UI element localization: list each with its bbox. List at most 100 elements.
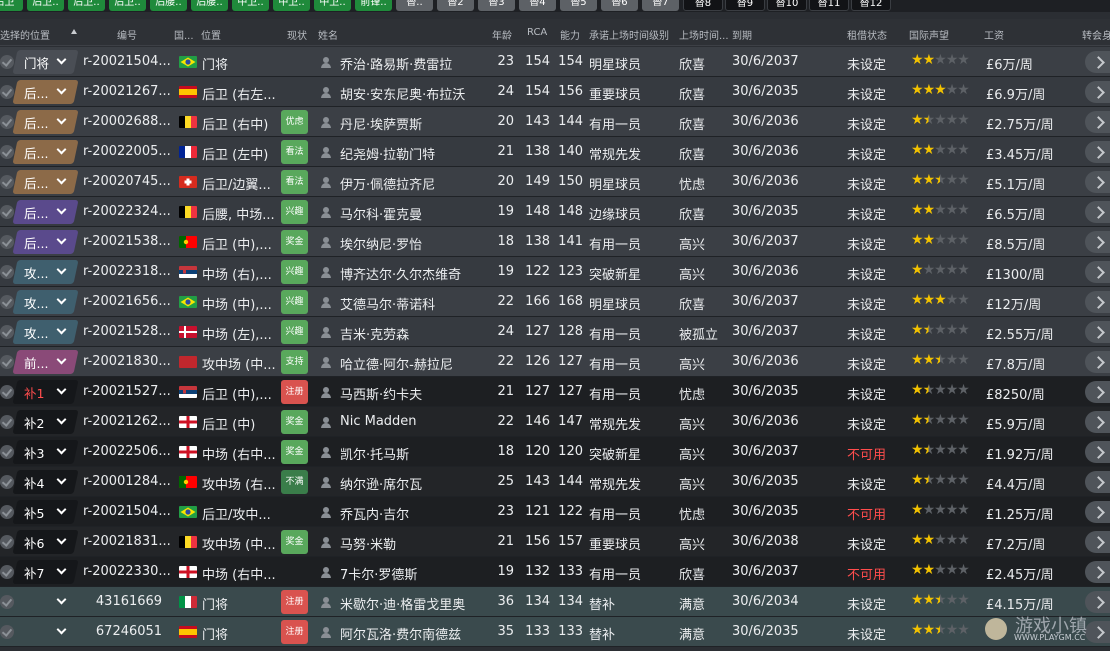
- row-checkbox[interactable]: [0, 265, 14, 279]
- toolbar-button-8[interactable]: 中卫..: [314, 0, 351, 11]
- toolbar-button-19[interactable]: 替10: [767, 0, 807, 11]
- transfer-button[interactable]: [1085, 321, 1110, 343]
- status-badge[interactable]: 奖金: [281, 440, 308, 464]
- row-checkbox[interactable]: [0, 385, 14, 399]
- status-badge[interactable]: 支持: [281, 350, 308, 374]
- row-checkbox[interactable]: [0, 445, 14, 459]
- table-row[interactable]: 67246051 门将 注册 阿尔瓦洛·费尔南德兹 35 133 133 替补 满意 30/6/2…: [0, 617, 1110, 647]
- col-status[interactable]: 现状: [287, 27, 317, 42]
- row-checkbox[interactable]: [0, 565, 14, 579]
- col-intl-reputation[interactable]: 国际声望: [909, 27, 959, 42]
- player-name[interactable]: 米歇尔·迪·格雷戈里奥: [340, 594, 490, 613]
- toolbar-button-13[interactable]: 替4: [519, 0, 556, 11]
- table-row[interactable]: 补2 r-20021262... 后卫 (中) 奖金 Nic Madden 22 146 14…: [0, 407, 1110, 437]
- status-badge[interactable]: 优虑: [281, 110, 308, 134]
- toolbar-button-20[interactable]: 替11: [809, 0, 849, 11]
- toolbar-button-14[interactable]: 替5: [560, 0, 597, 11]
- transfer-button[interactable]: [1085, 51, 1110, 73]
- status-badge[interactable]: 兴趣: [281, 200, 308, 224]
- toolbar-button-21[interactable]: 替12: [851, 0, 891, 11]
- table-row[interactable]: 补4 r-20001284... 攻中场 (右... 不满 纳尔逊·席尔瓦 25 143 14…: [0, 467, 1110, 497]
- chevron-down-icon[interactable]: [56, 594, 67, 605]
- toolbar-button-11[interactable]: 替2: [437, 0, 474, 11]
- toolbar-button-2[interactable]: 后卫..: [68, 0, 105, 11]
- status-badge[interactable]: 注册: [281, 590, 308, 614]
- row-checkbox[interactable]: [0, 55, 14, 69]
- toolbar-button-6[interactable]: 中卫..: [232, 0, 269, 11]
- transfer-button[interactable]: [1085, 441, 1110, 463]
- row-checkbox[interactable]: [0, 205, 14, 219]
- transfer-button[interactable]: [1085, 81, 1110, 103]
- table-row[interactable]: 后... r-20020745... 后卫/边翼... 看法 伊万·佩德拉齐尼 20 149…: [0, 167, 1110, 197]
- player-name[interactable]: 马西斯·约卡夫: [340, 384, 490, 403]
- table-row[interactable]: 43161669 门将 注册 米歇尔·迪·格雷戈里奥 36 134 134 替补 满意 30/6/…: [0, 587, 1110, 617]
- transfer-button[interactable]: [1085, 561, 1110, 583]
- toolbar-button-18[interactable]: 替9: [725, 0, 765, 11]
- row-checkbox[interactable]: [0, 85, 14, 99]
- row-checkbox[interactable]: [0, 625, 14, 639]
- status-badge[interactable]: 兴趣: [281, 320, 308, 344]
- row-checkbox[interactable]: [0, 535, 14, 549]
- toolbar-button-12[interactable]: 替3: [478, 0, 515, 11]
- player-name[interactable]: 丹尼·埃萨贾斯: [340, 114, 490, 133]
- row-checkbox[interactable]: [0, 415, 14, 429]
- table-row[interactable]: 攻... r-20022318... 中场 (右),... 兴趣 博齐达尔·久尔杰维奇 1…: [0, 257, 1110, 287]
- toolbar-button-1[interactable]: 后卫..: [27, 0, 64, 11]
- row-checkbox[interactable]: [0, 595, 14, 609]
- status-badge[interactable]: 兴趣: [281, 290, 308, 314]
- transfer-button[interactable]: [1085, 171, 1110, 193]
- table-row[interactable]: 后... r-20022324... 后腰, 中场... 兴趣 马尔科·霍克曼 19 148…: [0, 197, 1110, 227]
- col-position[interactable]: 位置: [201, 27, 241, 42]
- toolbar-button-15[interactable]: 替6: [601, 0, 638, 11]
- player-name[interactable]: 纳尔逊·席尔瓦: [340, 474, 490, 493]
- table-row[interactable]: 补1 r-20021527... 后卫 (中),... 注册 马西斯·约卡夫 21 127 1…: [0, 377, 1110, 407]
- player-name[interactable]: 阿尔瓦洛·费尔南德兹: [340, 624, 490, 643]
- player-name[interactable]: 马努·米勒: [340, 534, 490, 553]
- table-row[interactable]: 补6 r-20021831... 攻中场 (中... 奖金 马努·米勒 21 156 157 重…: [0, 527, 1110, 557]
- col-expires[interactable]: 到期: [732, 27, 762, 42]
- row-checkbox[interactable]: [0, 505, 14, 519]
- row-checkbox[interactable]: [0, 475, 14, 489]
- transfer-button[interactable]: [1085, 411, 1110, 433]
- transfer-button[interactable]: [1085, 201, 1110, 223]
- col-nation[interactable]: 国...: [174, 27, 198, 42]
- toolbar-button-5[interactable]: 后腰..: [191, 0, 228, 11]
- transfer-button[interactable]: [1085, 231, 1110, 253]
- table-row[interactable]: 补7 r-20022330... 中场 (右中... 7卡尔·罗德斯 19 132 133 有…: [0, 557, 1110, 587]
- toolbar-button-7[interactable]: 中卫..: [273, 0, 310, 11]
- player-name[interactable]: 博齐达尔·久尔杰维奇: [340, 264, 490, 283]
- transfer-button[interactable]: [1085, 141, 1110, 163]
- table-row[interactable]: 门将 r-20021504... 门将 乔治·路易斯·费雷拉 23 154 154 明星球员 欣…: [0, 47, 1110, 77]
- status-badge[interactable]: 看法: [281, 170, 308, 194]
- row-checkbox[interactable]: [0, 115, 14, 129]
- transfer-button[interactable]: [1085, 471, 1110, 493]
- row-checkbox[interactable]: [0, 295, 14, 309]
- transfer-button[interactable]: [1085, 501, 1110, 523]
- table-row[interactable]: 补3 r-20022506... 中场 (右中... 奖金 凯尔·托马斯 18 120 120…: [0, 437, 1110, 467]
- player-name[interactable]: 乔瓦内·吉尔: [340, 504, 490, 523]
- table-row[interactable]: 前... r-20021830... 攻中场 (中... 支持 哈立德·阿尔-赫拉尼 22…: [0, 347, 1110, 377]
- status-badge[interactable]: 不满: [281, 470, 308, 494]
- table-row[interactable]: 攻... r-20021656... 中场 (中),... 兴趣 艾德马尔·蒂诺科 22 1…: [0, 287, 1110, 317]
- table-row[interactable]: 后... r-20021267... 后卫 (右左... 胡安·安东尼奥·布拉沃 24 1…: [0, 77, 1110, 107]
- status-badge[interactable]: 看法: [281, 140, 308, 164]
- player-name[interactable]: Nic Madden: [340, 414, 490, 429]
- player-name[interactable]: 纪尧姆·拉勒门特: [340, 144, 490, 163]
- transfer-button[interactable]: [1085, 351, 1110, 373]
- transfer-button[interactable]: [1085, 381, 1110, 403]
- toolbar-button-9[interactable]: 前锋..: [355, 0, 392, 11]
- player-name[interactable]: 吉米·克劳森: [340, 324, 490, 343]
- col-name[interactable]: 姓名: [318, 27, 348, 42]
- col-transfer[interactable]: 转会身: [1082, 27, 1110, 42]
- toolbar-button-17[interactable]: 替8: [683, 0, 723, 11]
- status-badge[interactable]: 奖金: [281, 530, 308, 554]
- status-badge[interactable]: 注册: [281, 380, 308, 404]
- transfer-button[interactable]: [1085, 531, 1110, 553]
- row-checkbox[interactable]: [0, 175, 14, 189]
- col-promised-level[interactable]: 承诺上场时间级别: [589, 27, 679, 42]
- col-loan-status[interactable]: 租借状态: [847, 27, 897, 42]
- table-row[interactable]: 后... r-20002688... 后卫 (右中) 优虑 丹尼·埃萨贾斯 20 143 14…: [0, 107, 1110, 137]
- player-name[interactable]: 7卡尔·罗德斯: [340, 564, 490, 583]
- col-id[interactable]: 编号: [117, 27, 157, 42]
- col-rca[interactable]: RCA: [527, 27, 557, 38]
